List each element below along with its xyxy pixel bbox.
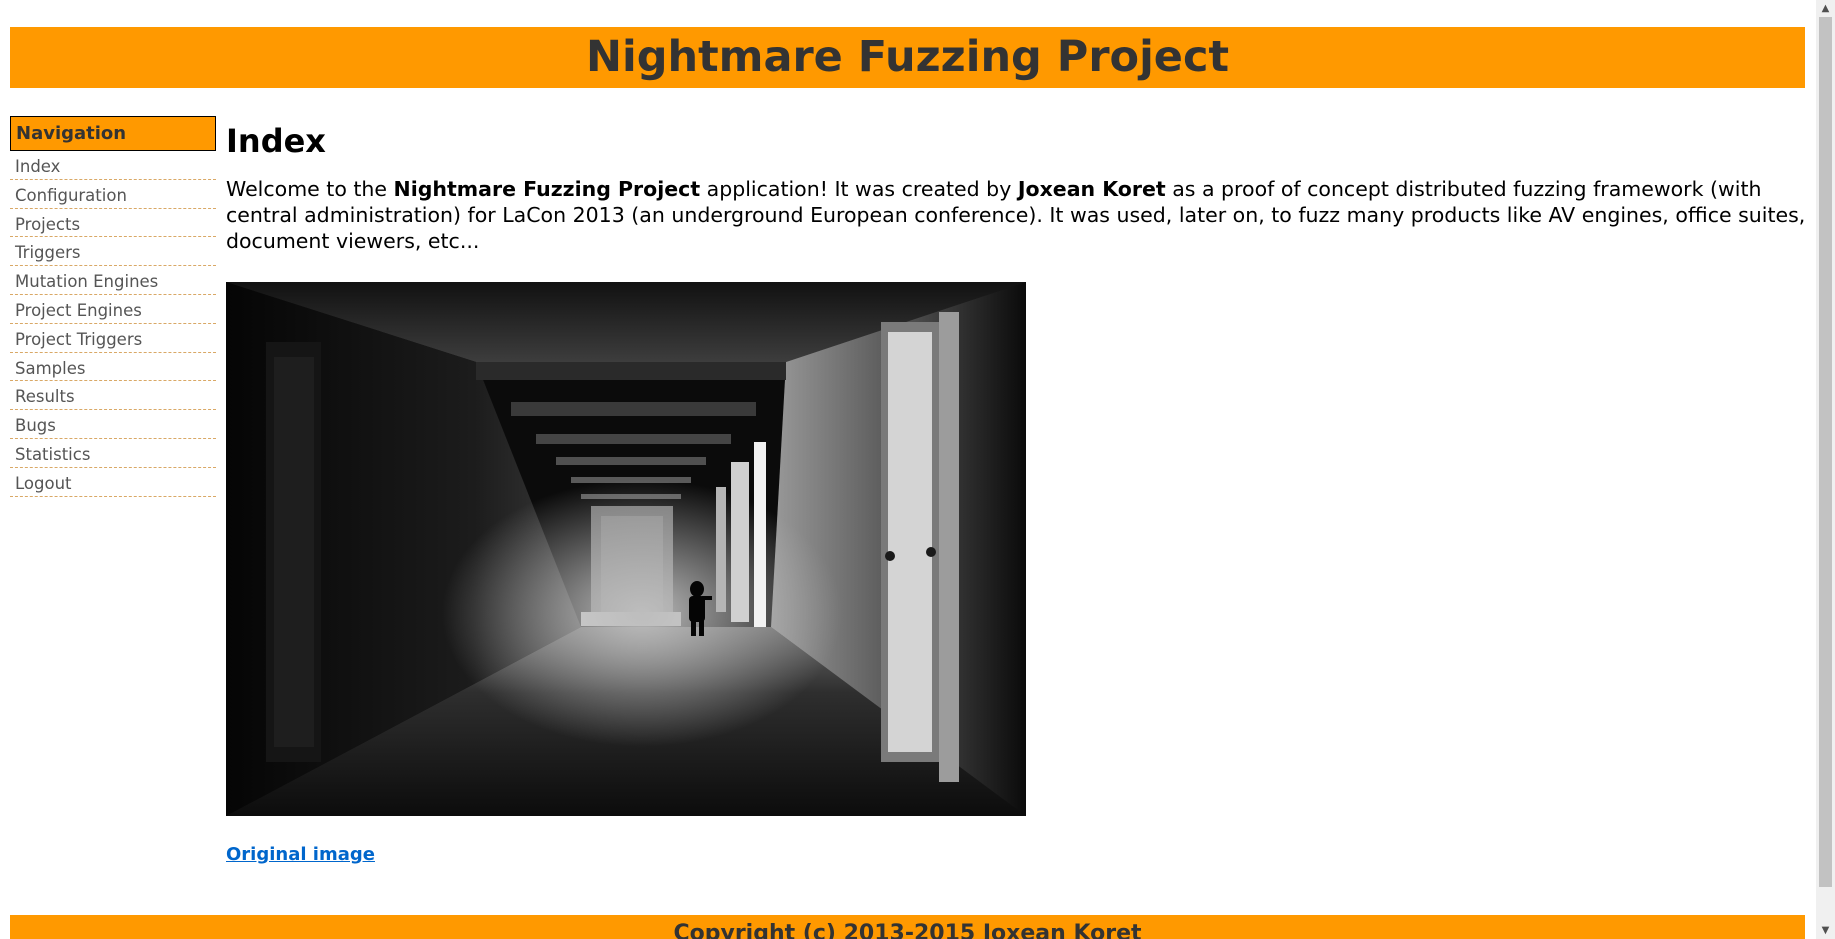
nav-item-index: Index (10, 151, 216, 180)
scroll-down-arrow-icon[interactable]: ▼ (1816, 922, 1835, 939)
main-content: Index Welcome to the Nightmare Fuzzing P… (226, 120, 1806, 865)
site-title: Nightmare Fuzzing Project (585, 32, 1230, 82)
nav-link-logout[interactable]: Logout (15, 474, 72, 493)
navigation-sidebar: Navigation Index Configuration Projects … (10, 116, 216, 497)
intro-paragraph: Welcome to the Nightmare Fuzzing Project… (226, 176, 1806, 254)
nav-item-results: Results (10, 381, 216, 411)
nav-link-project-engines[interactable]: Project Engines (15, 301, 142, 320)
nav-link-samples[interactable]: Samples (15, 359, 85, 378)
nav-item-projects: Projects (10, 209, 216, 238)
intro-text-1: Welcome to the (226, 177, 394, 201)
page: Nightmare Fuzzing Project Navigation Ind… (0, 0, 1816, 939)
site-header: Nightmare Fuzzing Project (10, 27, 1805, 88)
nav-item-statistics: Statistics (10, 439, 216, 468)
site-footer: Copyright (c) 2013-2015 Joxean Koret (10, 915, 1805, 939)
intro-author-name: Joxean Koret (1017, 177, 1166, 201)
nav-item-triggers: Triggers (10, 237, 216, 267)
nav-link-project-triggers[interactable]: Project Triggers (15, 330, 142, 349)
scroll-up-arrow-icon[interactable]: ▲ (1816, 0, 1835, 17)
nav-item-logout: Logout (10, 468, 216, 497)
nav-link-statistics[interactable]: Statistics (15, 445, 90, 464)
nav-link-mutation-engines[interactable]: Mutation Engines (15, 272, 158, 291)
nav-item-project-triggers: Project Triggers (10, 324, 216, 353)
vertical-scrollbar[interactable]: ▲ ▼ (1816, 0, 1835, 939)
nav-item-configuration: Configuration (10, 180, 216, 209)
navigation-list: Index Configuration Projects Triggers Mu… (10, 151, 216, 497)
corridor-photo (226, 282, 1026, 816)
nav-link-bugs[interactable]: Bugs (15, 416, 56, 435)
copyright-text: Copyright (c) 2013-2015 Joxean Koret (673, 921, 1142, 939)
intro-project-name: Nightmare Fuzzing Project (393, 177, 701, 201)
nav-link-projects[interactable]: Projects (15, 215, 80, 234)
page-heading: Index (226, 122, 326, 160)
nav-item-mutation-engines: Mutation Engines (10, 266, 216, 295)
nav-item-samples: Samples (10, 353, 216, 382)
nav-link-configuration[interactable]: Configuration (15, 186, 127, 205)
original-image-link[interactable]: Original image (226, 844, 375, 865)
nav-link-triggers[interactable]: Triggers (15, 243, 81, 262)
navigation-title: Navigation (10, 116, 216, 151)
nav-link-results[interactable]: Results (15, 387, 75, 406)
nav-item-project-engines: Project Engines (10, 295, 216, 324)
nav-item-bugs: Bugs (10, 410, 216, 439)
scrollbar-thumb[interactable] (1819, 17, 1832, 887)
intro-text-2: application! It was created by (700, 177, 1018, 201)
nav-link-index[interactable]: Index (15, 157, 60, 176)
